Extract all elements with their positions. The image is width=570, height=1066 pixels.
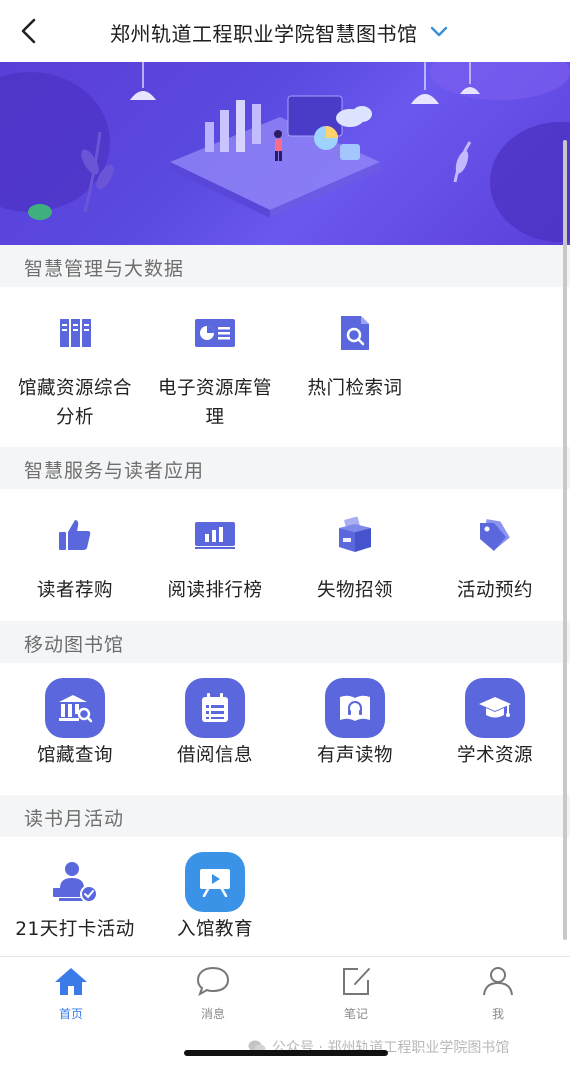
tab-home-label: 首页 bbox=[58, 1007, 83, 1021]
home-icon bbox=[55, 968, 87, 995]
graduation-cap-icon bbox=[465, 678, 525, 738]
books-icon bbox=[5, 312, 145, 354]
section-header-mobile-library: 移动图书馆 bbox=[0, 621, 570, 663]
borrowing-info-item[interactable]: 借阅信息 bbox=[145, 678, 285, 770]
tab-me[interactable]: 我 bbox=[448, 965, 548, 1022]
search-doc-icon bbox=[285, 312, 425, 354]
calendar-list-icon bbox=[185, 678, 245, 738]
audiobooks-label: 有声读物 bbox=[316, 745, 393, 766]
thumbs-up-icon bbox=[5, 514, 145, 556]
lost-and-found-item[interactable]: 失物招领 bbox=[285, 514, 425, 605]
audiobook-icon bbox=[325, 678, 385, 738]
section-title: 读书月活动 bbox=[24, 808, 125, 830]
tab-notes-label: 笔记 bbox=[343, 1007, 368, 1021]
top-navigation-bar: 郑州轨道工程职业学院智慧图书馆 bbox=[0, 0, 570, 62]
audiobooks-item[interactable]: 有声读物 bbox=[285, 678, 425, 770]
back-button[interactable] bbox=[14, 16, 44, 46]
hot-search-terms-label: 热门检索词 bbox=[307, 378, 403, 399]
smart-services-grid: 读者荐购 阅读排行榜 失物招领 活动预约 bbox=[0, 489, 570, 621]
hot-search-terms-item[interactable]: 热门检索词 bbox=[285, 312, 425, 403]
reading-ranking-item[interactable]: 阅读排行榜 bbox=[145, 514, 285, 605]
back-arrow-icon bbox=[21, 18, 36, 44]
home-indicator bbox=[184, 1050, 388, 1056]
lost-and-found-label: 失物招领 bbox=[316, 580, 393, 601]
tab-home[interactable]: 首页 bbox=[21, 965, 121, 1022]
e-resource-management-label-line2: 理 bbox=[205, 407, 225, 428]
smart-management-grid: 馆藏资源综合 分析 电子资源库管 理 热门检索词 bbox=[0, 287, 570, 447]
section-header-smart-management: 智慧管理与大数据 bbox=[0, 245, 570, 287]
reader-recommend-label: 读者荐购 bbox=[36, 580, 113, 601]
section-title: 智慧管理与大数据 bbox=[24, 258, 185, 280]
bottom-tab-bar: 首页 消息 笔记 我 公众号 · 郑州轨道工程职业学院图书馆 bbox=[0, 956, 570, 1066]
event-booking-item[interactable]: 活动预约 bbox=[425, 514, 565, 605]
section-header-reading-month: 读书月活动 bbox=[0, 795, 570, 837]
e-resource-management-item[interactable]: 电子资源库管 理 bbox=[145, 312, 285, 432]
tab-me-label: 我 bbox=[491, 1007, 504, 1021]
borrowing-info-label: 借阅信息 bbox=[176, 745, 253, 766]
message-icon bbox=[196, 966, 230, 997]
collection-analysis-label: 馆藏资源综合 bbox=[17, 378, 132, 399]
person-check-icon bbox=[5, 852, 145, 912]
academic-resources-item[interactable]: 学术资源 bbox=[425, 678, 565, 770]
collection-search-item[interactable]: 馆藏查询 bbox=[5, 678, 145, 770]
collection-search-label: 馆藏查询 bbox=[36, 745, 113, 766]
checkin-21-days-label: 21天打卡活动 bbox=[15, 919, 135, 940]
section-title: 智慧服务与读者应用 bbox=[24, 460, 205, 482]
library-orientation-label: 入馆教育 bbox=[176, 919, 253, 940]
library-orientation-item[interactable]: 入馆教育 bbox=[145, 852, 285, 944]
note-edit-icon bbox=[343, 968, 370, 995]
bar-chart-icon bbox=[145, 514, 285, 556]
academic-resources-label: 学术资源 bbox=[456, 745, 533, 766]
tab-messages-label: 消息 bbox=[200, 1007, 225, 1021]
tab-notes[interactable]: 笔记 bbox=[306, 965, 406, 1022]
person-icon bbox=[483, 967, 513, 996]
banner-illustration bbox=[0, 62, 570, 242]
library-search-icon bbox=[45, 678, 105, 738]
tab-messages[interactable]: 消息 bbox=[163, 965, 263, 1022]
video-board-icon bbox=[185, 852, 245, 912]
reading-ranking-label: 阅读排行榜 bbox=[167, 580, 263, 601]
box-icon bbox=[285, 514, 425, 556]
hero-banner bbox=[0, 62, 570, 245]
tags-icon bbox=[425, 514, 565, 556]
mobile-library-grid: 馆藏查询 借阅信息 有声读物 学术资源 bbox=[0, 663, 570, 795]
e-resource-management-label: 电子资源库管 bbox=[157, 378, 272, 399]
chart-card-icon bbox=[145, 312, 285, 354]
library-selector[interactable]: 郑州轨道工程职业学院智慧图书馆 bbox=[110, 18, 450, 46]
reader-recommend-item[interactable]: 读者荐购 bbox=[5, 514, 145, 605]
collection-analysis-item[interactable]: 馆藏资源综合 分析 bbox=[5, 312, 145, 432]
section-title: 移动图书馆 bbox=[24, 634, 125, 656]
checkin-21-days-item[interactable]: 21天打卡活动 bbox=[5, 852, 145, 944]
section-header-smart-services: 智慧服务与读者应用 bbox=[0, 447, 570, 489]
chevron-down-icon bbox=[428, 21, 450, 43]
scrollbar[interactable] bbox=[563, 140, 567, 940]
collection-analysis-label-line2: 分析 bbox=[55, 407, 94, 428]
event-booking-label: 活动预约 bbox=[456, 580, 533, 601]
reading-month-grid: 21天打卡活动 入馆教育 bbox=[0, 837, 570, 955]
page-title: 郑州轨道工程职业学院智慧图书馆 bbox=[110, 21, 418, 46]
